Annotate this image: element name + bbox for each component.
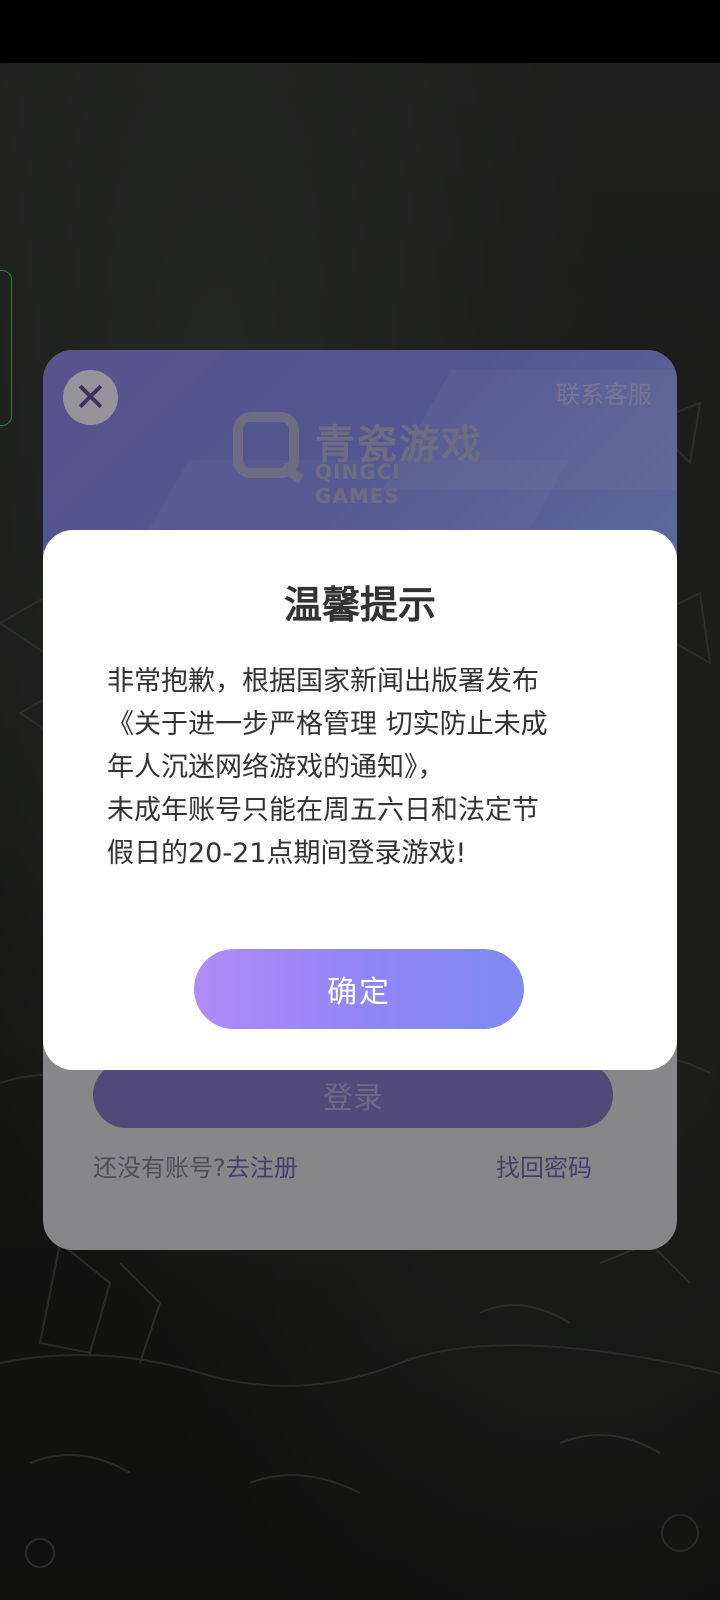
- status-bar: [0, 0, 720, 63]
- message-line: 假日的20-21点期间登录游戏!: [107, 838, 467, 869]
- dialog-message: 非常抱歉，根据国家新闻出版署发布 《关于进一步严格管理 切实防止未成 年人沉迷网…: [107, 660, 617, 875]
- message-line: 非常抱歉，根据国家新闻出版署发布: [107, 666, 539, 697]
- message-line: 年人沉迷网络游戏的通知》，: [107, 752, 445, 783]
- confirm-button[interactable]: 确定: [194, 949, 524, 1029]
- dialog-title: 温馨提示: [283, 583, 436, 627]
- notice-dialog: 温馨提示 非常抱歉，根据国家新闻出版署发布 《关于进一步严格管理 切实防止未成 …: [43, 530, 677, 1070]
- message-line: 未成年账号只能在周五六日和法定节: [107, 795, 539, 826]
- message-line: 《关于进一步严格管理 切实防止未成: [107, 709, 548, 740]
